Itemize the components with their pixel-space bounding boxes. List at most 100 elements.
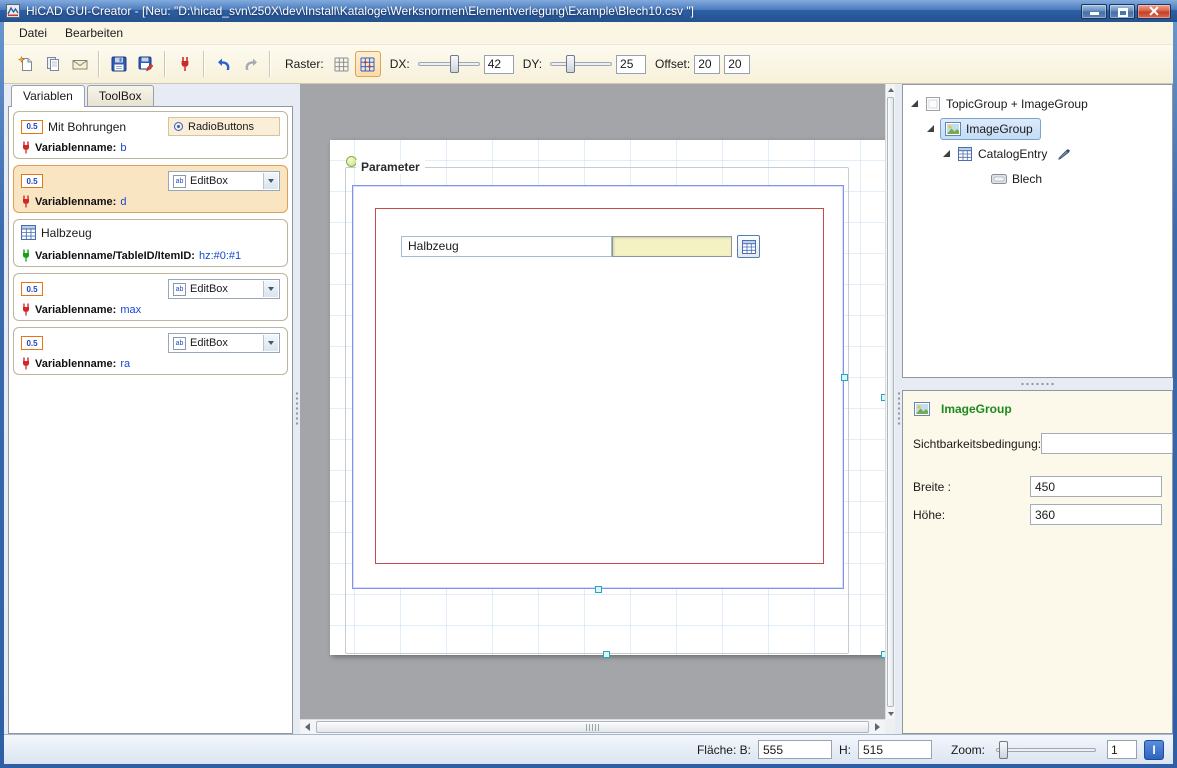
dx-slider-thumb[interactable] (450, 55, 459, 73)
scrollbar-track[interactable] (886, 96, 895, 708)
combobox-dropdown-button[interactable] (263, 281, 278, 297)
width-input[interactable] (1030, 476, 1162, 497)
variable-card-ra[interactable]: 0.5 ab EditBox (13, 327, 288, 375)
maximize-button[interactable] (1109, 4, 1135, 19)
control-type-combobox[interactable]: ab EditBox (168, 333, 280, 353)
scrollbar-grip-icon (586, 724, 599, 731)
grid-snap-button[interactable] (355, 51, 381, 77)
menu-bearbeiten[interactable]: Bearbeiten (56, 23, 132, 43)
design-surface[interactable]: Parameter Halbzeug (330, 140, 885, 655)
connect-variable-button[interactable] (171, 51, 198, 78)
plug-red-icon (21, 195, 31, 208)
minimize-button[interactable] (1081, 4, 1107, 19)
resize-handle[interactable] (841, 374, 848, 381)
variable-name-label: Variablenname: (35, 142, 116, 154)
control-type-combobox[interactable]: ab EditBox (168, 171, 280, 191)
zoom-label: Zoom: (951, 743, 985, 757)
zoom-input[interactable] (1107, 740, 1137, 759)
tree-selection[interactable]: ImageGroup (940, 118, 1041, 140)
expander-icon[interactable] (911, 100, 918, 107)
scrollbar-track[interactable] (315, 720, 870, 734)
tab-toolbox[interactable]: ToolBox (87, 85, 154, 106)
vertical-scrollbar[interactable] (885, 84, 895, 720)
offset-y-input[interactable] (724, 55, 750, 74)
dx-input[interactable] (484, 55, 514, 74)
resize-handle[interactable] (595, 586, 602, 593)
offset-x-input[interactable] (694, 55, 720, 74)
redo-button[interactable] (237, 51, 264, 78)
imagegroup-bounds[interactable] (375, 208, 824, 564)
halbzeug-input[interactable] (612, 236, 732, 257)
tree-node-catalogentry[interactable]: CatalogEntry (907, 141, 1168, 166)
dy-slider-thumb[interactable] (566, 55, 575, 73)
height-input[interactable] (1030, 504, 1162, 525)
edit-pencil-icon[interactable] (1057, 147, 1071, 161)
save-as-button[interactable] (132, 51, 159, 78)
halbzeug-label[interactable]: Halbzeug (401, 236, 612, 257)
variable-name-label: Variablenname: (35, 196, 116, 208)
combobox-dropdown-button[interactable] (263, 335, 278, 351)
close-button[interactable] (1137, 4, 1171, 19)
window-title: HiCAD GUI-Creator - [Neu: "D:\hicad_svn\… (26, 4, 1073, 18)
variable-card-b[interactable]: 0.5 Mit Bohrungen RadioButtons (13, 111, 288, 159)
plug-icon (179, 56, 191, 72)
imagegroup-selection[interactable]: Halbzeug (352, 185, 844, 589)
variable-card-hz[interactable]: Halbzeug Variablenname/TableID/ItemID: h… (13, 219, 288, 267)
tree-node-blech[interactable]: Blech (907, 166, 1168, 191)
toolbar-separator (269, 51, 271, 77)
tree-node-label: ImageGroup (966, 122, 1033, 136)
import-button[interactable] (66, 51, 93, 78)
scrollbar-thumb[interactable] (316, 721, 869, 733)
radiobuttons-preview[interactable]: RadioButtons (168, 117, 280, 136)
app-frame: Datei Bearbeiten (4, 22, 1173, 764)
arrow-right-icon (875, 723, 880, 731)
copy-button[interactable] (39, 51, 66, 78)
save-button[interactable] (105, 51, 132, 78)
area-height-input[interactable] (858, 740, 932, 759)
variable-card-max[interactable]: 0.5 ab EditBox (13, 273, 288, 321)
imagegroup-icon (944, 121, 961, 137)
splitter-left[interactable] (293, 84, 300, 734)
combobox-dropdown-button[interactable] (263, 173, 278, 189)
control-type-label: EditBox (190, 283, 228, 295)
height-label: Höhe: (913, 508, 1030, 522)
variable-card-d[interactable]: 0.5 ab EditBox (13, 165, 288, 213)
save-icon (111, 56, 127, 72)
resize-handle[interactable] (603, 651, 610, 658)
tree-node-topicgroup[interactable]: TopicGroup + ImageGroup (907, 91, 1168, 116)
dy-label: DY: (523, 57, 542, 71)
splitter-properties[interactable] (902, 378, 1173, 390)
properties-panel: ImageGroup Sichtbarkeitsbedingung: Breit… (902, 390, 1173, 734)
tree-node-imagegroup[interactable]: ImageGroup (907, 116, 1168, 141)
design-canvas[interactable]: Parameter Halbzeug (300, 84, 895, 734)
grid-toggle-button[interactable] (328, 51, 355, 78)
zoom-slider-thumb[interactable] (999, 741, 1008, 759)
menu-datei[interactable]: Datei (10, 23, 56, 43)
info-toggle-button[interactable]: I (1144, 740, 1164, 760)
dy-slider[interactable] (548, 53, 614, 75)
maximize-icon (1118, 8, 1128, 17)
tab-variablen[interactable]: Variablen (11, 85, 85, 107)
radio-icon (174, 122, 183, 131)
scroll-right-button[interactable] (870, 720, 885, 734)
catalog-button[interactable] (737, 235, 760, 258)
scrollbar-thumb[interactable] (887, 97, 894, 707)
horizontal-scrollbar[interactable] (300, 719, 885, 734)
area-width-input[interactable] (758, 740, 832, 759)
expander-icon[interactable] (927, 125, 934, 132)
dx-label: DX: (390, 57, 410, 71)
control-type-combobox[interactable]: ab EditBox (168, 279, 280, 299)
plug-green-icon (21, 249, 31, 262)
scroll-up-button[interactable] (886, 84, 895, 96)
expander-icon[interactable] (943, 150, 950, 157)
new-button[interactable] (12, 51, 39, 78)
dx-slider[interactable] (416, 53, 482, 75)
visibility-input[interactable] (1041, 433, 1173, 454)
main-area: Variablen ToolBox 0.5 Mit Bohrungen Radi… (4, 84, 1173, 734)
undo-button[interactable] (210, 51, 237, 78)
scroll-left-button[interactable] (300, 720, 315, 734)
dy-input[interactable] (616, 55, 646, 74)
zoom-slider[interactable] (994, 739, 1098, 761)
splitter-right[interactable] (895, 84, 902, 734)
titlebar[interactable]: HiCAD GUI-Creator - [Neu: "D:\hicad_svn\… (0, 0, 1177, 22)
